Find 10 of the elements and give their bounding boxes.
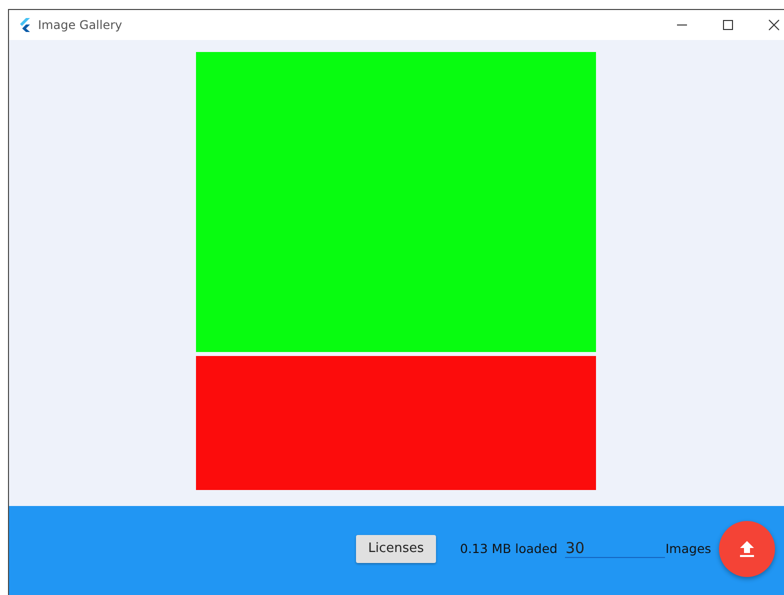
loaded-size-label: 0.13 MB loaded <box>460 541 558 556</box>
window-title: Image Gallery <box>38 18 122 32</box>
app-logo-icon <box>19 18 31 32</box>
upload-icon <box>740 540 754 556</box>
maximize-icon[interactable] <box>722 19 734 31</box>
image-count-field[interactable]: 30 <box>565 539 666 558</box>
upload-button[interactable] <box>719 520 776 576</box>
close-icon[interactable] <box>768 19 780 31</box>
images-label: Images <box>665 541 712 556</box>
licenses-button[interactable]: Licenses <box>356 534 436 562</box>
